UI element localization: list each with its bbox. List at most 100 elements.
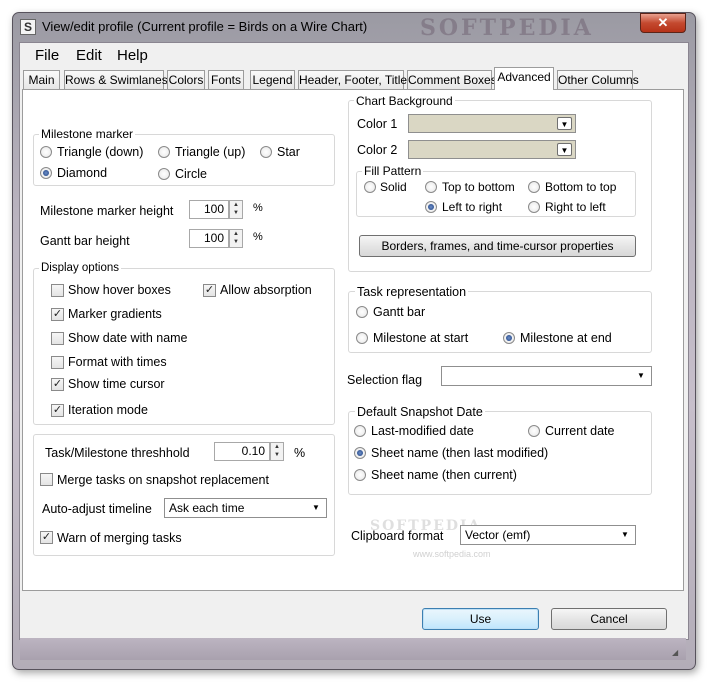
radio-sheet-current-label: Sheet name (then current) [371,468,517,482]
use-button[interactable]: Use [422,608,539,630]
radio-current-date[interactable] [528,425,540,437]
milestone-marker-label: Milestone marker [39,127,136,141]
check-show-hover-boxes[interactable] [51,284,64,297]
check-iteration-mode[interactable]: ✓ [51,404,64,417]
spin-down-icon[interactable]: ▼ [230,209,242,217]
chevron-down-icon[interactable]: ▼ [557,117,572,130]
resize-grip-icon[interactable]: ◢ [672,648,682,658]
radio-circle-label: Circle [175,167,207,181]
radio-milestone-start[interactable] [356,332,368,344]
marker-height-input[interactable]: 100 [189,200,229,219]
fill-pattern-label: Fill Pattern [362,164,424,178]
check-warn-merging[interactable]: ✓ [40,531,53,544]
radio-last-modified[interactable] [354,425,366,437]
window-title: View/edit profile (Current profile = Bir… [42,19,368,34]
radio-triangle-down[interactable] [40,146,52,158]
selection-flag-label: Selection flag [347,373,423,387]
radio-current-date-label: Current date [545,424,615,438]
radio-triangle-down-label: Triangle (down) [57,145,144,159]
radio-gantt-bar-label: Gantt bar [373,305,426,319]
chevron-down-icon[interactable]: ▼ [618,528,632,542]
radio-triangle-up[interactable] [158,146,170,158]
tab-rows-swimlanes[interactable]: Rows & Swimlanes [64,70,168,89]
chevron-down-icon[interactable]: ▼ [557,143,572,156]
clipboard-format-label: Clipboard format [351,529,444,543]
threshold-unit: % [294,446,306,460]
tab-comment-boxes[interactable]: Comment Boxes [407,70,497,89]
check-allow-absorption[interactable]: ✓ [203,284,216,297]
tab-legend[interactable]: Legend [250,70,295,89]
threshold-label: Task/Milestone threshhold [45,446,190,460]
radio-triangle-up-label: Triangle (up) [175,145,246,159]
tab-main[interactable]: Main [23,70,60,89]
selection-flag-select[interactable]: ▼ [441,366,652,386]
auto-adjust-label: Auto-adjust timeline [42,502,152,516]
chevron-down-icon[interactable]: ▼ [309,501,323,515]
close-button[interactable]: ✕ [640,13,686,33]
check-marker-gradients[interactable]: ✓ [51,308,64,321]
radio-sheet-current[interactable] [354,469,366,481]
radio-diamond-label: Diamond [57,166,108,180]
softpedia-watermark-url: www.softpedia.com [413,549,491,559]
spin-down-icon[interactable]: ▼ [230,238,242,246]
spin-up-icon[interactable]: ▲ [271,443,283,451]
marker-height-unit: % [253,202,263,214]
color1-label: Color 1 [357,117,398,131]
gantt-height-input[interactable]: 100 [189,229,229,248]
tab-other-columns[interactable]: Other Columns [557,70,639,89]
spin-up-icon[interactable]: ▲ [230,201,242,209]
cancel-button[interactable]: Cancel [551,608,667,630]
radio-milestone-start-label: Milestone at start [373,331,469,345]
tab-header-footer-title[interactable]: Header, Footer, Title [298,70,407,89]
radio-diamond[interactable] [40,167,52,179]
radio-bottom-to-top[interactable] [528,181,540,193]
status-bar [20,638,686,660]
marker-gradients-label: Marker gradients [68,307,162,321]
display-options-label: Display options [39,262,121,274]
tab-advanced[interactable]: Advanced [494,67,554,90]
color2-label: Color 2 [357,143,398,157]
radio-sheet-last-modified-label: Sheet name (then last modified) [371,446,549,460]
show-time-cursor-label: Show time cursor [68,377,165,391]
radio-star[interactable] [260,146,272,158]
radio-right-to-left-label: Right to left [545,200,606,214]
check-show-time-cursor[interactable]: ✓ [51,378,64,391]
threshold-input[interactable]: 0.10 [214,442,270,461]
check-show-date-with-name[interactable] [51,332,64,345]
radio-gantt-bar[interactable] [356,306,368,318]
radio-left-to-right[interactable] [425,201,437,213]
clipboard-format-select[interactable]: Vector (emf) ▼ [460,525,636,545]
marker-height-label: Milestone marker height [40,204,174,218]
tab-fonts[interactable]: Fonts [208,70,244,89]
tab-colors[interactable]: Colors [167,70,205,89]
gantt-height-spinner[interactable]: ▲ ▼ [229,229,243,248]
check-merge-tasks[interactable] [40,473,53,486]
radio-left-to-right-label: Left to right [442,200,503,214]
radio-solid[interactable] [364,181,376,193]
softpedia-watermark: SOFTPEDIA [420,15,594,41]
color2-picker[interactable]: ▼ [408,140,576,159]
task-representation-label: Task representation [355,285,469,299]
menu-file[interactable]: File [35,47,59,64]
auto-adjust-select[interactable]: Ask each time ▼ [164,498,327,518]
radio-circle[interactable] [158,168,170,180]
radio-right-to-left[interactable] [528,201,540,213]
gantt-height-unit: % [253,231,263,243]
threshold-spinner[interactable]: ▲ ▼ [270,442,284,461]
marker-height-spinner[interactable]: ▲ ▼ [229,200,243,219]
warn-merging-label: Warn of merging tasks [57,531,182,545]
color1-picker[interactable]: ▼ [408,114,576,133]
chevron-down-icon[interactable]: ▼ [634,369,648,383]
spin-down-icon[interactable]: ▼ [271,451,283,459]
menu-edit[interactable]: Edit [76,47,102,64]
show-hover-boxes-label: Show hover boxes [68,283,171,297]
borders-frames-button[interactable]: Borders, frames, and time-cursor propert… [359,235,636,257]
menu-help[interactable]: Help [117,47,148,64]
check-format-with-times[interactable] [51,356,64,369]
radio-milestone-end[interactable] [503,332,515,344]
radio-top-to-bottom[interactable] [425,181,437,193]
allow-absorption-label: Allow absorption [220,283,312,297]
chart-background-label: Chart Background [354,94,455,108]
radio-sheet-last-modified[interactable] [354,447,366,459]
spin-up-icon[interactable]: ▲ [230,230,242,238]
